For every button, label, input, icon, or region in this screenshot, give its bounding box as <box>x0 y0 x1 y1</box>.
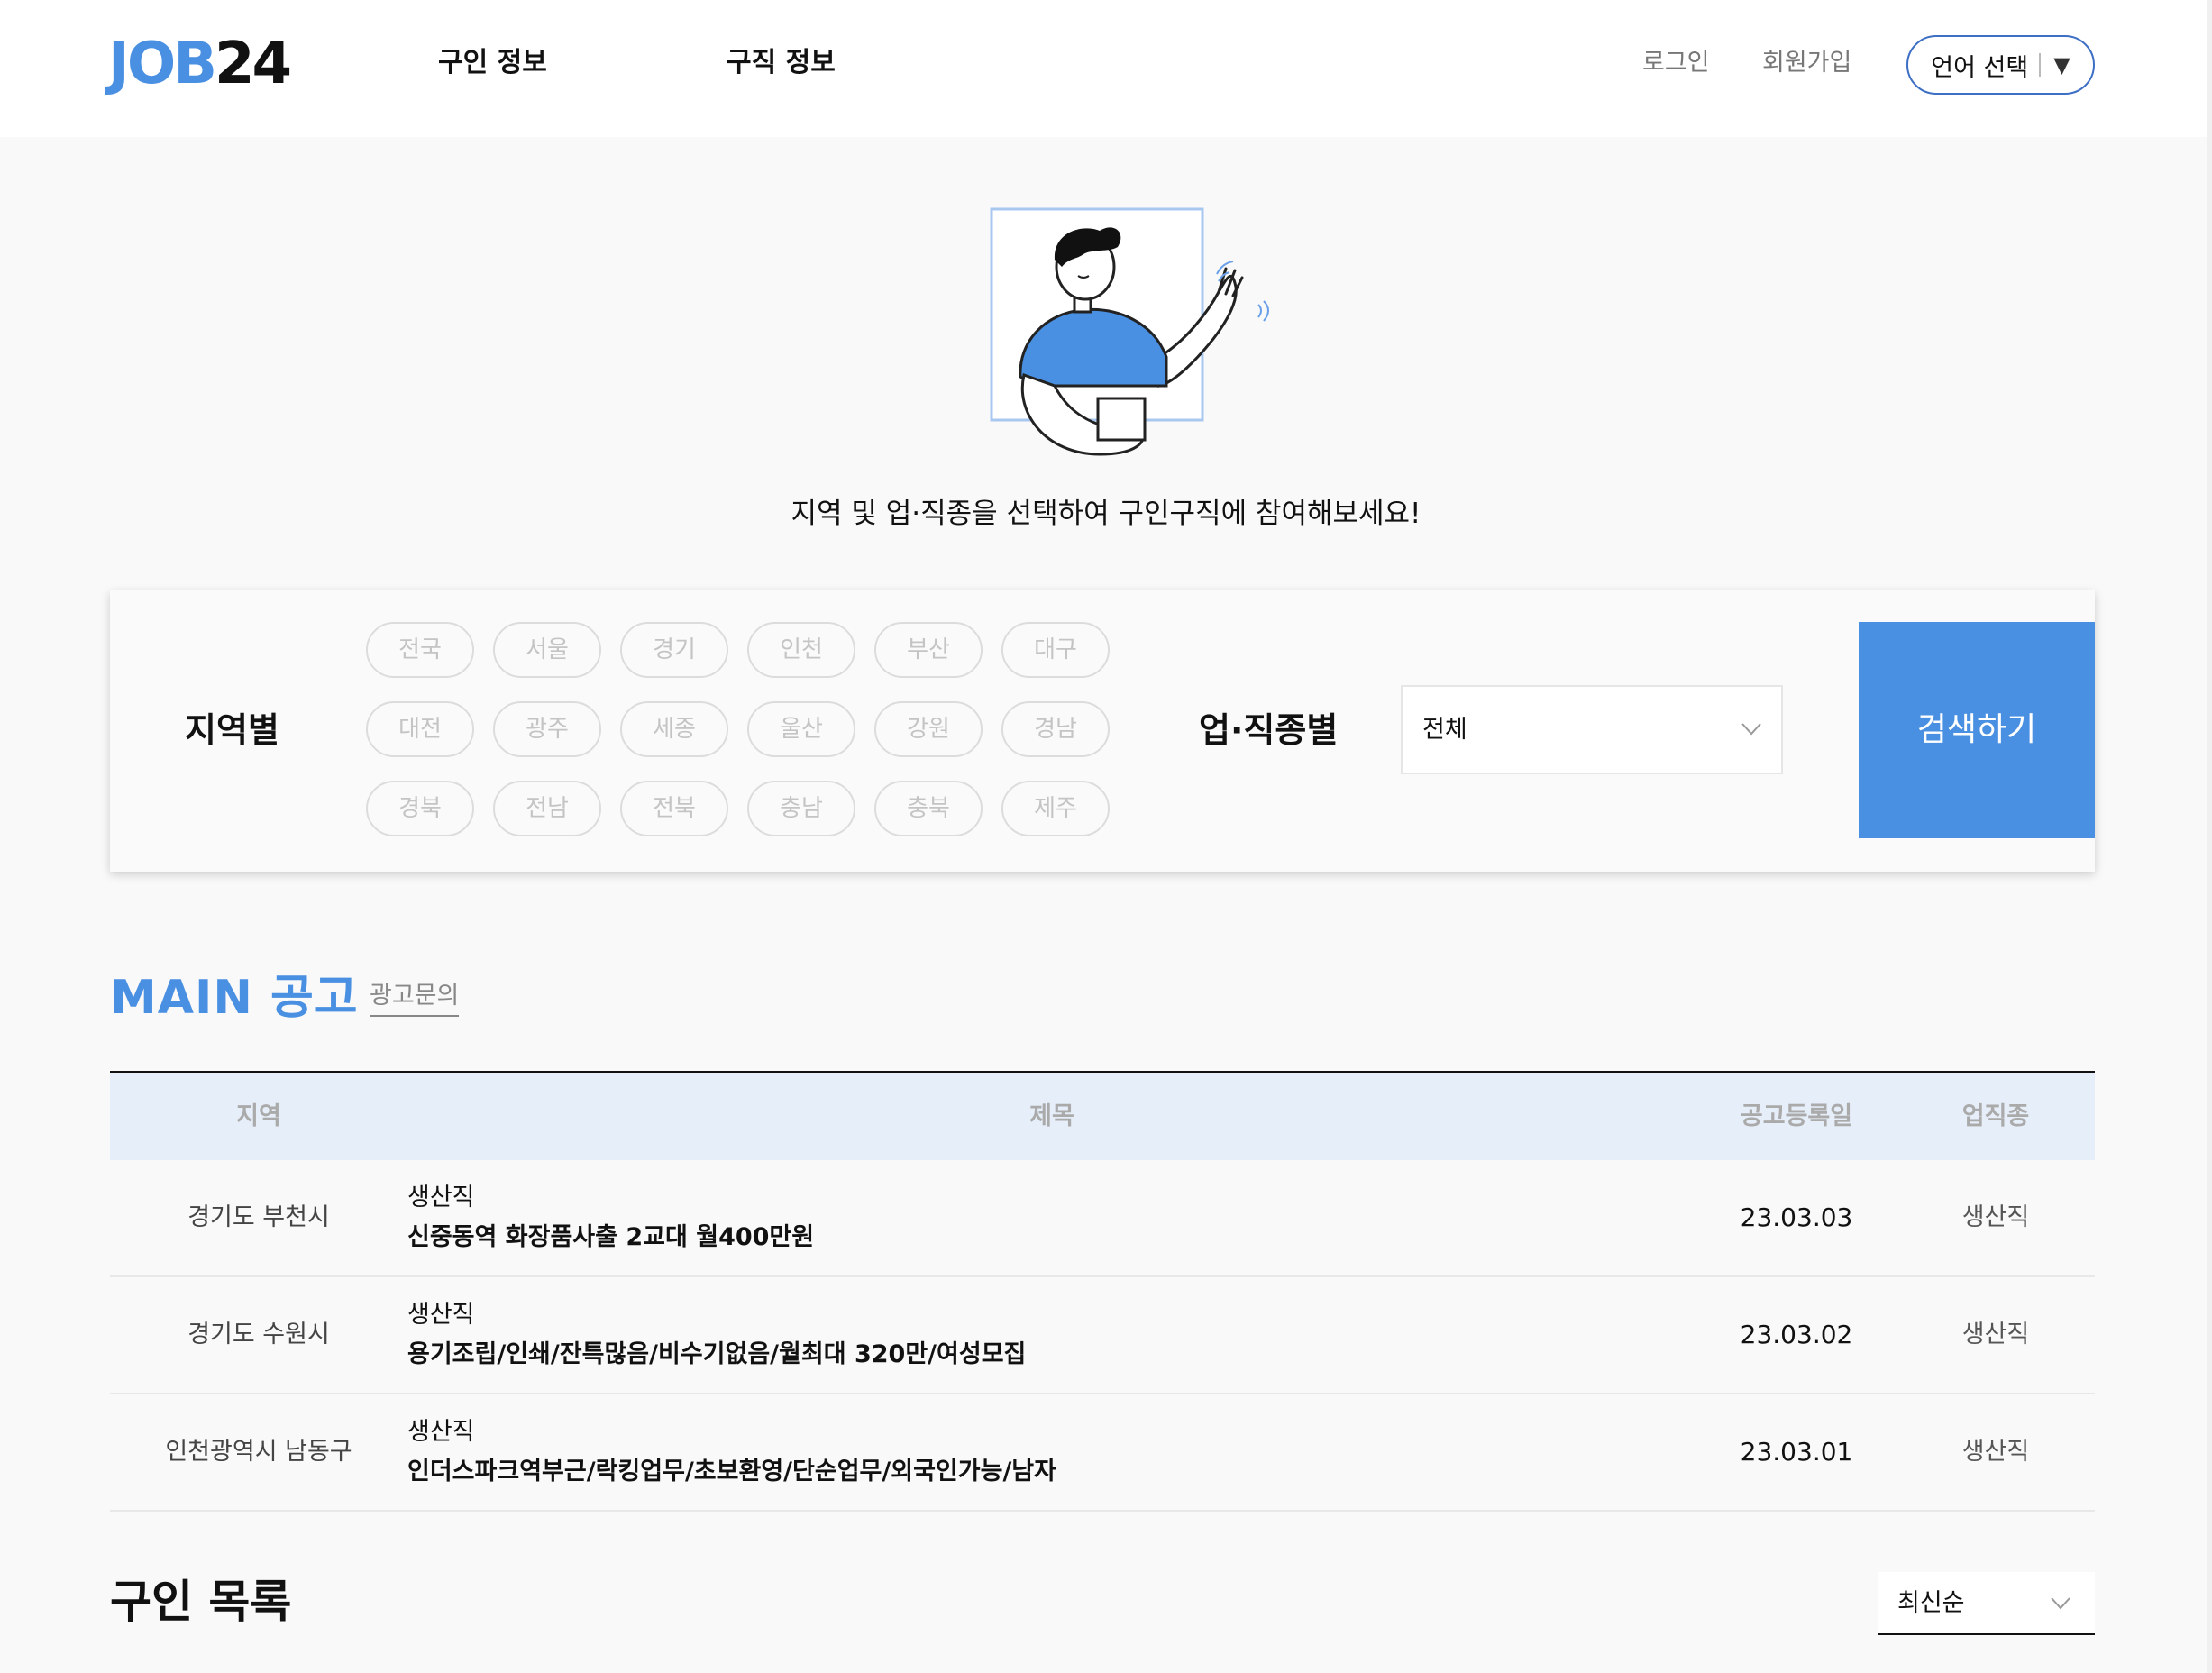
table-header: 지역 제목 공고등록일 업직종 <box>110 1071 2095 1160</box>
region-chip[interactable]: 강원 <box>874 701 983 757</box>
logo-number-text: 24 <box>215 31 292 97</box>
main-ads-table: 지역 제목 공고등록일 업직종 경기도 부천시 생산직 신중동역 화장품사출 2… <box>110 1071 2095 1512</box>
region-chip[interactable]: 인천 <box>747 622 855 678</box>
dropdown-triangle-icon: ▼ <box>2053 52 2070 78</box>
region-chip[interactable]: 전남 <box>493 781 601 836</box>
region-chip[interactable]: 경남 <box>1001 701 1110 757</box>
region-chip[interactable]: 대구 <box>1001 622 1110 678</box>
language-select-button[interactable]: 언어 선택 ▼ <box>1906 35 2095 95</box>
search-button[interactable]: 검색하기 <box>1859 622 2095 838</box>
job24-logo[interactable]: JOB24 <box>108 31 292 97</box>
main-ads-title: MAIN 공고 <box>110 971 359 1025</box>
row-category: 생산직 <box>407 1301 475 1329</box>
table-row[interactable]: 경기도 수원시 생산직 용기조립/인쇄/잔특많음/비수기없음/월최대 320만/… <box>110 1277 2095 1394</box>
row-region: 경기도 수원시 <box>187 1321 330 1348</box>
row-job-type: 생산직 <box>1961 1321 2030 1348</box>
nav-job-offers[interactable]: 구인 정보 <box>438 45 547 81</box>
region-chip[interactable]: 전국 <box>366 622 474 678</box>
region-chip[interactable]: 경기 <box>620 622 728 678</box>
page-scrollbar[interactable] <box>2207 0 2212 1673</box>
top-header: JOB24 구인 정보 구직 정보 로그인 회원가입 언어 선택 ▼ <box>0 0 2212 137</box>
job-category-label: 업·직종별 <box>1199 710 1339 750</box>
table-row[interactable]: 경기도 부천시 생산직 신중동역 화장품사출 2교대 월400만원 23.03.… <box>110 1160 2095 1277</box>
signup-link[interactable]: 회원가입 <box>1762 47 1851 79</box>
region-filter-label: 지역별 <box>185 710 279 750</box>
row-title[interactable]: 신중동역 화장품사출 2교대 월400만원 <box>407 1221 814 1254</box>
region-chip[interactable]: 서울 <box>493 622 601 678</box>
row-date: 23.03.02 <box>1740 1320 1853 1349</box>
region-chip[interactable]: 제주 <box>1001 781 1110 836</box>
row-date: 23.03.03 <box>1740 1202 1853 1232</box>
region-chip[interactable]: 세종 <box>620 701 728 757</box>
region-chip[interactable]: 부산 <box>874 622 983 678</box>
job-category-select[interactable]: 전체 <box>1401 685 1783 774</box>
login-link[interactable]: 로그인 <box>1642 47 1710 79</box>
row-title[interactable]: 인더스파크역부근/락킹업무/초보환영/단순업무/외국인가능/남자 <box>407 1456 1056 1488</box>
region-chip[interactable]: 충남 <box>747 781 855 836</box>
region-chip[interactable]: 광주 <box>493 701 601 757</box>
table-row[interactable]: 인천광역시 남동구 생산직 인더스파크역부근/락킹업무/초보환영/단순업무/외국… <box>110 1394 2095 1512</box>
nav-job-seekers[interactable]: 구직 정보 <box>727 45 836 81</box>
column-header-region: 지역 <box>236 1102 281 1130</box>
row-region: 인천광역시 남동구 <box>165 1438 352 1466</box>
row-date: 23.03.01 <box>1740 1437 1853 1467</box>
region-chip[interactable]: 전북 <box>620 781 728 836</box>
hero-instruction-text: 지역 및 업·직종을 선택하여 구인구직에 참여해보세요! <box>791 498 1421 530</box>
column-header-date: 공고등록일 <box>1740 1102 1853 1130</box>
waving-person-illustration <box>990 207 1269 456</box>
row-category: 생산직 <box>407 1184 475 1211</box>
logo-job-text: JOB <box>108 31 217 97</box>
region-chip[interactable]: 경북 <box>366 781 474 836</box>
row-title[interactable]: 용기조립/인쇄/잔특많음/비수기없음/월최대 320만/여성모집 <box>407 1339 1026 1371</box>
column-header-title: 제목 <box>1029 1102 1074 1130</box>
row-job-type: 생산직 <box>1961 1203 2030 1231</box>
divider <box>2039 53 2042 77</box>
sort-order-select[interactable]: 최신순 <box>1878 1572 2095 1635</box>
region-chip[interactable]: 울산 <box>747 701 855 757</box>
ad-inquiry-link[interactable]: 광고문의 <box>370 981 460 1017</box>
job-list-title: 구인 목록 <box>110 1576 292 1628</box>
language-label: 언어 선택 <box>1931 53 2029 82</box>
sort-order-value: 최신순 <box>1897 1589 1965 1617</box>
row-region: 경기도 부천시 <box>187 1203 330 1231</box>
row-job-type: 생산직 <box>1961 1438 2030 1466</box>
chevron-down-icon <box>2051 1597 2070 1610</box>
region-chip[interactable]: 충북 <box>874 781 983 836</box>
job-category-value: 전체 <box>1422 716 1467 744</box>
row-category: 생산직 <box>407 1418 475 1446</box>
region-chip[interactable]: 대전 <box>366 701 474 757</box>
chevron-down-icon <box>1741 723 1761 736</box>
column-header-job: 업직종 <box>1961 1102 2030 1130</box>
